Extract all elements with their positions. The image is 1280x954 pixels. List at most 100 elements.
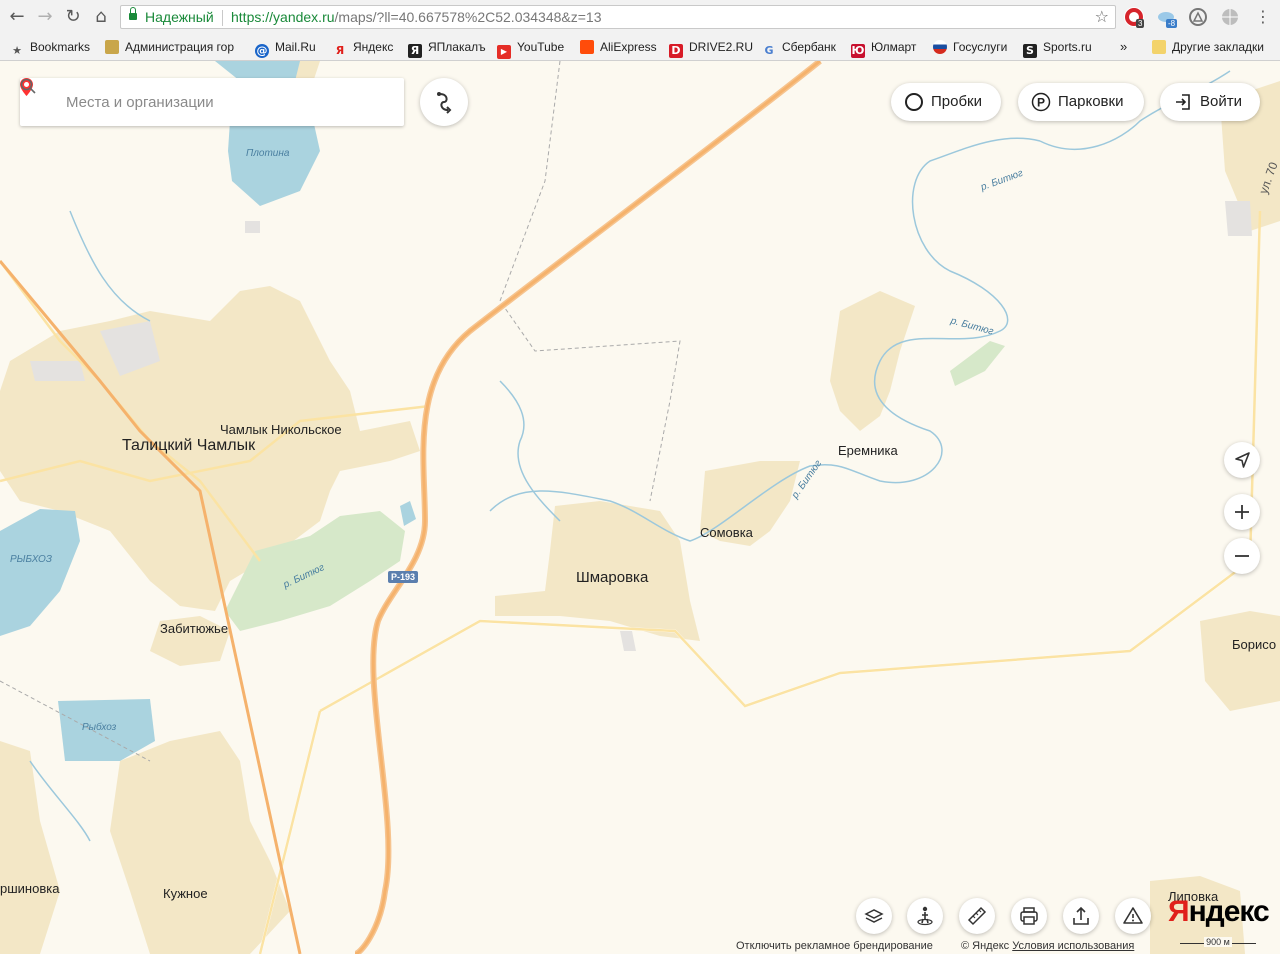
share-icon xyxy=(1073,906,1089,925)
bookmark-item[interactable]: Администрация гор xyxy=(105,38,234,56)
terms-link[interactable]: Условия использования xyxy=(1012,940,1134,952)
yaplakal-icon: Я xyxy=(408,44,422,58)
traffic-button[interactable]: Пробки xyxy=(891,83,1001,121)
bookmark-item[interactable]: Я Яндекс xyxy=(333,38,394,57)
bookmark-item[interactable]: AliExpress xyxy=(580,38,657,56)
more-bookmarks-button[interactable]: » xyxy=(1120,38,1127,56)
share-button[interactable] xyxy=(1063,898,1099,934)
zoom-out-button[interactable] xyxy=(1224,538,1260,574)
map-scale: 900 м xyxy=(1180,937,1256,949)
bookmark-label: Администрация гор xyxy=(125,40,235,54)
yandex-icon: Я xyxy=(335,44,345,57)
bookmark-item[interactable]: S Sports.ru xyxy=(1023,38,1092,58)
place-label[interactable]: Забитюжье xyxy=(160,621,228,636)
bookmark-folder[interactable]: Другие закладки xyxy=(1152,38,1264,56)
route-button[interactable] xyxy=(420,78,468,126)
bookmark-label: Другие закладки xyxy=(1172,40,1264,54)
mailru-icon: @ xyxy=(255,44,269,58)
weather-extension-icon[interactable]: -8 xyxy=(1156,7,1178,28)
layers-icon xyxy=(864,909,884,923)
minor-roads xyxy=(258,559,1251,954)
plus-icon xyxy=(1235,505,1249,519)
login-label: Войти xyxy=(1200,93,1242,110)
boriso-area xyxy=(1200,611,1280,711)
minus-icon xyxy=(1235,555,1249,557)
parking-button[interactable]: P Парковки xyxy=(1018,83,1144,121)
bookmark-item[interactable]: Ю Юлмарт xyxy=(851,38,916,58)
place-label[interactable]: ршиновка xyxy=(0,881,59,896)
zoom-in-button[interactable] xyxy=(1224,494,1260,530)
address-bar[interactable]: Надежный https://yandex.ru/maps/?ll=40.6… xyxy=(120,5,1116,29)
report-error-button[interactable] xyxy=(1115,898,1151,934)
bookmark-item[interactable]: Госуслуги xyxy=(933,38,1007,56)
place-label[interactable]: Шмаровка xyxy=(576,569,648,586)
forward-icon[interactable]: → xyxy=(34,6,56,28)
bookmark-label: Sports.ru xyxy=(1043,40,1092,54)
water-label: РЫБХОЗ xyxy=(10,554,52,565)
url-text[interactable]: https://yandex.ru/maps/?ll=40.667578%2C5… xyxy=(231,9,602,25)
bookmark-item[interactable]: ★ Bookmarks xyxy=(10,38,90,57)
coat-of-arms-icon xyxy=(105,40,119,54)
place-label[interactable]: Еремника xyxy=(838,443,898,458)
russia-flag-icon xyxy=(933,40,947,54)
place-label[interactable]: Чамлык Никольское xyxy=(220,422,342,437)
print-button[interactable] xyxy=(1011,898,1047,934)
bookmark-item[interactable]: G Сбербанк xyxy=(762,38,835,57)
yandex-logo[interactable]: Яндекс xyxy=(1168,895,1270,929)
weather-badge: -8 xyxy=(1166,19,1178,28)
secure-label: Надежный xyxy=(145,9,214,25)
road-shield: Р-193 xyxy=(388,571,419,583)
ruler-button[interactable] xyxy=(959,898,995,934)
back-icon[interactable]: ← xyxy=(6,6,28,28)
bookmark-item[interactable]: D DRIVE2.RU xyxy=(669,38,754,58)
disable-branding-link[interactable]: Отключить рекламное брендирование xyxy=(736,940,933,952)
login-icon xyxy=(1176,94,1190,110)
drive-extension-icon[interactable] xyxy=(1188,7,1208,27)
search-icon[interactable] xyxy=(20,78,36,94)
login-button[interactable]: Войти xyxy=(1160,83,1260,121)
place-label[interactable]: Кужное xyxy=(163,886,208,901)
geolocation-button[interactable] xyxy=(1224,442,1260,478)
panorama-button[interactable] xyxy=(907,898,943,934)
yandex-logo-rest: ндекс xyxy=(1188,895,1270,928)
bookmark-label: DRIVE2.RU xyxy=(689,40,754,54)
traffic-icon xyxy=(905,93,923,111)
reload-icon[interactable]: ↻ xyxy=(62,6,84,28)
extension-badge: 3 xyxy=(1136,19,1145,28)
layers-button[interactable] xyxy=(856,898,892,934)
warning-icon xyxy=(1123,907,1143,924)
ulmart-icon: Ю xyxy=(851,44,865,58)
aliexpress-icon xyxy=(580,40,594,54)
place-label[interactable]: Талицкий Чамлык xyxy=(122,437,255,455)
person-icon xyxy=(917,906,933,926)
search-panel xyxy=(20,78,404,126)
search-input[interactable] xyxy=(66,89,356,115)
bookmark-label: AliExpress xyxy=(600,40,657,54)
scale-label: 900 м xyxy=(1204,937,1232,947)
copyright-text: © Яндекс Условия использования xyxy=(961,940,1134,952)
water-label: Плотина xyxy=(246,148,290,159)
browser-toolbar: ← → ↻ ⌂ Надежный https://yandex.ru/maps/… xyxy=(0,0,1280,34)
place-label[interactable]: Сомовка xyxy=(700,525,753,540)
place-label[interactable]: Борисо xyxy=(1232,637,1276,652)
map-canvas[interactable]: Талицкий Чамлык Чамлык Никольское Еремни… xyxy=(0,61,1280,954)
bookmark-item[interactable]: @ Mail.Ru xyxy=(255,38,316,58)
printer-icon xyxy=(1020,907,1038,925)
bookmark-label: YouTube xyxy=(517,40,565,54)
orshinovka-area xyxy=(0,741,60,954)
bookmark-item[interactable]: Я ЯПлакалъ xyxy=(408,38,486,58)
globe-extension-icon[interactable] xyxy=(1220,7,1240,27)
kuzhnoe-area xyxy=(110,731,290,954)
opera-extension-icon[interactable]: 3 xyxy=(1124,7,1145,28)
youtube-icon: ▶ xyxy=(497,45,511,59)
bookmark-item[interactable]: ▶ YouTube xyxy=(497,38,565,59)
menu-icon[interactable]: ⋮ xyxy=(1252,6,1274,28)
sports-icon: S xyxy=(1023,44,1037,58)
folder-icon xyxy=(1152,40,1166,54)
home-icon[interactable]: ⌂ xyxy=(90,6,112,28)
bookmark-label: ЯПлакалъ xyxy=(428,40,486,54)
triangle-logo-icon xyxy=(1189,8,1207,26)
bookmark-star-icon[interactable]: ☆ xyxy=(1095,7,1109,26)
bookmarks-bar: ★ Bookmarks Администрация гор @ Mail.Ru ЯЯ… xyxy=(0,34,1280,61)
route-icon xyxy=(437,92,452,114)
